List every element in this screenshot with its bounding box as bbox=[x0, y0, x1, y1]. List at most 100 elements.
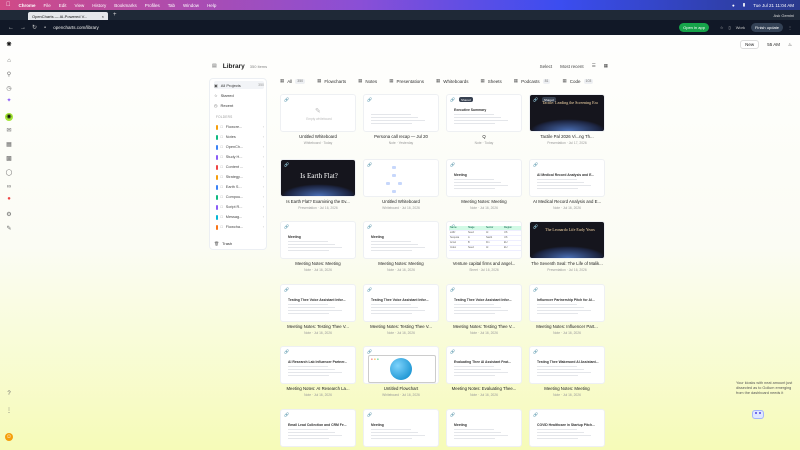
filter-chip-flowcharts[interactable]: ▦ Flowcharts bbox=[317, 78, 346, 84]
chat-icon[interactable]: ✉ bbox=[5, 127, 13, 135]
card-title[interactable]: Meeting Notes: Testing Thee V... bbox=[363, 324, 439, 329]
card-title[interactable]: Persona call recap — Jul 20 bbox=[363, 134, 439, 139]
card-thumbnail[interactable]: 🔗 Meeting bbox=[363, 409, 439, 447]
timer-label[interactable]: 55 AM bbox=[767, 42, 780, 47]
pin-icon[interactable]: 🔗 bbox=[533, 97, 538, 102]
library-card[interactable]: 🔗 AI Research Lab Influencer Partner... Me… bbox=[280, 346, 356, 404]
more-icon[interactable]: ⋮ bbox=[5, 407, 13, 415]
library-card[interactable]: 🔗 COVID Healthcare in Startup Pitch... bbox=[529, 409, 605, 450]
finish-update-button[interactable]: Finish update bbox=[750, 23, 783, 32]
chevron-right-icon[interactable]: › bbox=[263, 155, 264, 159]
library-card[interactable]: 🔗 Is Earth Flat? Is Earth Flat? Examining … bbox=[280, 159, 356, 217]
app-logo-icon[interactable]: ❋ bbox=[5, 41, 13, 49]
sidebar-toggle-icon[interactable]: ▤ bbox=[212, 63, 217, 69]
link-icon[interactable]: ∞ bbox=[5, 183, 13, 191]
pin-icon[interactable]: 🔗 bbox=[367, 412, 372, 417]
chevron-right-icon[interactable]: › bbox=[263, 125, 264, 129]
sidebar-folder[interactable]: □ Flowcre... › bbox=[216, 123, 264, 131]
card-title[interactable]: Meeting Notes: Evaluating Thee... bbox=[446, 386, 522, 391]
menu-history[interactable]: History bbox=[92, 3, 106, 8]
menu-edit[interactable]: Edit bbox=[59, 3, 67, 8]
library-card[interactable]: 🔗 AI Medical Record Analysis and E... AI M… bbox=[529, 159, 605, 217]
sidebar-folder[interactable]: □ Earth S... › bbox=[216, 183, 264, 191]
pin-icon[interactable]: 🔗 bbox=[450, 287, 455, 292]
help-icon[interactable]: ? bbox=[5, 390, 13, 398]
pin-icon[interactable]: 🔗 bbox=[450, 349, 455, 354]
library-card[interactable]: 🔗 Email Lead Collection and CRM Fe... bbox=[280, 409, 356, 450]
card-title[interactable]: Untitled Whiteboard bbox=[363, 199, 439, 204]
card-thumbnail[interactable]: 🔗 Testing Thee Wakeword AI Assistant... bbox=[529, 346, 605, 384]
menu-window[interactable]: Window bbox=[183, 3, 199, 8]
card-thumbnail[interactable]: 🔗 Meeting bbox=[363, 221, 439, 259]
card-title[interactable]: Untitled Whiteboard bbox=[280, 134, 356, 139]
card-title[interactable]: Meeting Notes: Testing Thee V... bbox=[446, 324, 522, 329]
chevron-right-icon[interactable]: › bbox=[263, 205, 264, 209]
reload-icon[interactable]: ↻ bbox=[32, 24, 37, 31]
pin-icon[interactable]: 🔗 bbox=[533, 162, 538, 167]
library-card[interactable]: 🔗 Meeting Meeting Notes: Meeting Note · Jul… bbox=[446, 159, 522, 217]
library-card[interactable]: 🔗 Meeting bbox=[446, 409, 522, 450]
avatar[interactable]: ☺ bbox=[5, 433, 13, 441]
library-card[interactable]: 🔗 Meeting bbox=[363, 409, 439, 450]
library-card[interactable]: 🔗 Shared Tactile: Leading the Screening Er… bbox=[529, 94, 605, 152]
library-card[interactable]: 🔗 Shared Executive Summary Q Note · Today bbox=[446, 94, 522, 152]
menu-bookmarks[interactable]: Bookmarks bbox=[114, 3, 137, 8]
chart-icon[interactable]: ▩ bbox=[5, 155, 13, 163]
card-title[interactable]: Venture capital firms and angel... bbox=[446, 261, 522, 266]
search-icon[interactable]: ⚲ bbox=[5, 71, 13, 79]
card-thumbnail[interactable]: 🔗NameStageSectorRegiona16zSeedAIUSSequoi… bbox=[446, 221, 522, 259]
card-thumbnail[interactable]: 🔗 Email Lead Collection and CRM Fe... bbox=[280, 409, 356, 447]
battery-icon[interactable]: ▮ bbox=[743, 2, 745, 8]
library-card[interactable]: 🔗NameStageSectorRegiona16zSeedAIUSSequoi… bbox=[446, 221, 522, 279]
sort-dropdown[interactable]: Most recent bbox=[560, 64, 584, 69]
list-view-icon[interactable]: ☰ bbox=[592, 63, 596, 69]
chevron-right-icon[interactable]: › bbox=[263, 215, 264, 219]
sidebar-folder[interactable]: □ Study H... › bbox=[216, 153, 264, 161]
card-thumbnail[interactable]: 🔗 Meeting bbox=[446, 409, 522, 447]
sidebar-folder[interactable]: □ Compou... › bbox=[216, 193, 264, 201]
filter-chip-code[interactable]: ▦ Code 103 bbox=[562, 78, 594, 84]
pin-icon[interactable]: 🔗 bbox=[284, 287, 289, 292]
pin-icon[interactable]: 🔗 bbox=[533, 349, 538, 354]
calendar-icon[interactable]: ▦ bbox=[5, 141, 13, 149]
card-thumbnail[interactable]: 🔗 ✎ Empty whiteboard bbox=[280, 94, 356, 132]
library-card[interactable]: 🔗 Persona call recap — Jul 20 Note · Yeste… bbox=[363, 94, 439, 152]
grid-view-icon[interactable]: ▦ bbox=[604, 63, 608, 69]
back-icon[interactable]: ← bbox=[8, 25, 14, 31]
site-info-icon[interactable]: ⚬ bbox=[43, 25, 47, 31]
card-title[interactable]: Untitled Flowchart bbox=[363, 386, 439, 391]
card-title[interactable]: Meeting Notes: Meeting bbox=[446, 199, 522, 204]
card-thumbnail[interactable]: 🔗 Meeting bbox=[280, 221, 356, 259]
pin-icon[interactable]: 🔗 bbox=[367, 224, 372, 229]
pin-icon[interactable]: 🔗 bbox=[367, 162, 372, 167]
pin-icon[interactable]: 🔗 bbox=[450, 412, 455, 417]
pin-icon[interactable]: 🔗 bbox=[533, 224, 538, 229]
menu-profiles[interactable]: Profiles bbox=[145, 3, 160, 8]
card-title[interactable]: Is Earth Flat? Examining the Ev... bbox=[280, 199, 356, 204]
pin-icon[interactable]: 🔗 bbox=[533, 412, 538, 417]
select-button[interactable]: Select bbox=[540, 64, 553, 69]
sidebar-folder[interactable]: □ Notes › bbox=[216, 133, 264, 141]
ask-gemini-button[interactable]: Ask Gemini bbox=[774, 13, 794, 18]
card-title[interactable]: Tactile Pal 2026 Vi...ng Th... bbox=[529, 134, 605, 139]
library-card[interactable]: 🔗 Testing Thee Voice Assistant Infor... Me… bbox=[446, 284, 522, 342]
sidebar-item-starred[interactable]: ☆ Starred bbox=[214, 91, 264, 99]
card-thumbnail[interactable]: 🔗 Evaluating Thee AI Assistant Feat... bbox=[446, 346, 522, 384]
clock-icon[interactable]: ◷ bbox=[5, 85, 13, 93]
open-in-app-button[interactable]: Open in app bbox=[679, 23, 709, 32]
sidebar-folder[interactable]: □ Flowcha... › bbox=[216, 223, 264, 231]
chevron-right-icon[interactable]: › bbox=[263, 185, 264, 189]
chevron-right-icon[interactable]: › bbox=[263, 145, 264, 149]
forward-icon[interactable]: → bbox=[20, 25, 26, 31]
pin-icon[interactable]: 🔗 bbox=[284, 224, 289, 229]
pin-icon[interactable]: 🔗 bbox=[367, 349, 372, 354]
pin-icon[interactable]: 🔗 bbox=[284, 412, 289, 417]
pin-icon[interactable]: 🔗 bbox=[450, 97, 455, 102]
sidebar-folder[interactable]: □ OpenCh... › bbox=[216, 143, 264, 151]
sidebar-item-all-projects[interactable]: ▣ All Projects 350 bbox=[214, 81, 264, 89]
sparkle-icon[interactable]: ✦ bbox=[5, 97, 13, 105]
pin-icon[interactable]: 🔗 bbox=[367, 97, 372, 102]
library-card[interactable]: 🔗 Meeting Meeting Notes: Meeting Note · Jul… bbox=[280, 221, 356, 279]
library-card[interactable]: 🔗 Influencer Partnership Pitch for AI... M… bbox=[529, 284, 605, 342]
filter-chip-presentations[interactable]: ▦ Presentations bbox=[389, 78, 424, 84]
